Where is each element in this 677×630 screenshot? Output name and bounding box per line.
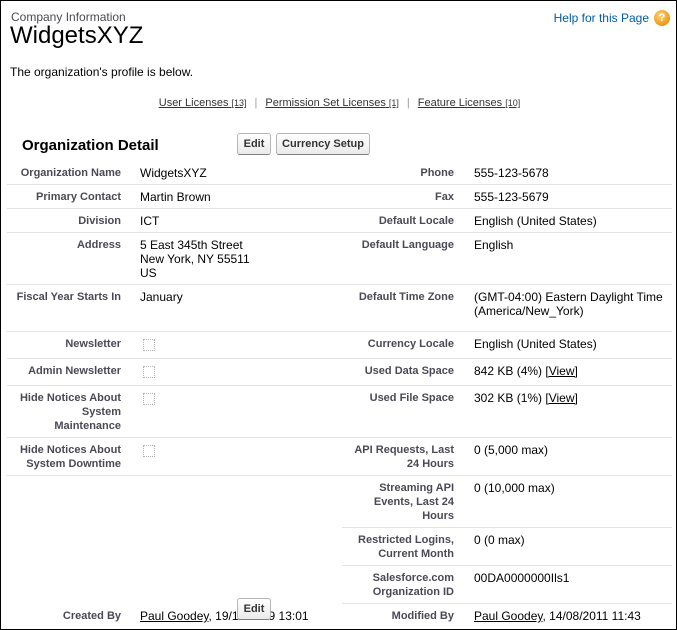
field-value: English (United States) [474,337,597,351]
detail-row: Organization Name WidgetsXYZ Phone 555-1… [7,161,672,185]
field-value: ICT [140,214,160,228]
field-label: Streaming API Events, Last 24 Hours [373,482,454,522]
used-file-space-value: 302 KB (1%) [View] [474,391,578,405]
field-label: Restricted Logins, Current Month [358,534,454,560]
time-zone-value: (GMT-04:00) Eastern Daylight Time (Ameri… [474,290,663,318]
section-title: Organization Detail [22,137,159,154]
field-label: Primary Contact [36,191,121,203]
help-for-page[interactable]: Help for this Page ? [554,10,670,26]
modified-by-user-link[interactable]: Paul Goodey [474,609,543,623]
help-link[interactable]: Help for this Page [554,11,649,25]
permission-set-licenses-link[interactable]: Permission Set Licenses [1] [265,97,399,109]
field-label: Default Language [361,239,454,251]
field-value: January [140,290,183,304]
detail-row: Fiscal Year Starts In January Default Ti… [7,285,672,332]
bottom-edit-button[interactable]: Edit [237,598,271,620]
intro-text: The organization's profile is below. [10,65,194,79]
admin-newsletter-checkbox [143,366,155,378]
detail-row: Created By Paul Goodey, 19/12/2009 13:01… [7,604,672,627]
page-title: WidgetsXYZ [10,22,144,49]
detail-row: Salesforce.com Organization ID 00DA00000… [7,566,672,604]
detail-row: Admin Newsletter Used Data Space 842 KB … [7,359,672,386]
organization-id-value: 00DA0000000Ils1 [474,571,570,585]
newsletter-checkbox [143,339,155,351]
modified-by-value: Paul Goodey, 14/08/2011 11:43 [474,609,641,623]
detail-row: Newsletter Currency Locale English (Unit… [7,332,672,359]
field-label: Used Data Space [364,365,454,377]
field-label: Hide Notices About System Downtime [19,444,121,470]
question-circle-icon[interactable]: ? [654,10,670,26]
field-label: Modified By [391,610,454,622]
field-value: 555-123-5678 [474,166,549,180]
organization-detail-table: Organization Name WidgetsXYZ Phone 555-1… [7,161,672,627]
currency-setup-button[interactable]: Currency Setup [276,133,370,155]
field-value: 0 (10,000 max) [474,481,555,495]
detail-row: Hide Notices About System Maintenance Us… [7,386,672,438]
field-label: Currency Locale [367,338,454,350]
field-label: Fiscal Year Starts In [16,291,121,303]
field-value: English (United States) [474,214,597,228]
field-label: Default Time Zone [358,291,454,303]
detail-row: Primary Contact Martin Brown Fax 555-123… [7,185,672,209]
field-label: Newsletter [65,338,121,350]
separator: | [406,97,410,109]
field-value: 0 (5,000 max) [474,443,549,457]
page-frame: Company Information WidgetsXYZ Help for … [0,0,677,630]
field-label: Hide Notices About System Maintenance [19,392,121,432]
detail-row: Streaming API Events, Last 24 Hours 0 (1… [7,476,672,528]
field-label: API Requests, Last 24 Hours [354,444,454,470]
created-by-user-link[interactable]: Paul Goodey [140,609,209,623]
field-label: Used File Space [369,392,454,404]
detail-row: Division ICT Default Locale English (Uni… [7,209,672,233]
separator: | [254,97,258,109]
detail-row: Restricted Logins, Current Month 0 (0 ma… [7,528,672,566]
field-value: English [474,238,514,252]
field-label: Phone [420,167,454,179]
field-value: WidgetsXYZ [140,166,207,180]
field-label: Fax [435,191,454,203]
field-value: 0 (0 max) [474,533,525,547]
field-label: Salesforce.com Organization ID [372,572,454,598]
field-label: Admin Newsletter [28,365,121,377]
view-file-space-link[interactable]: [View] [545,391,577,405]
field-label: Address [76,239,121,251]
hide-downtime-notices-checkbox [143,445,155,457]
view-data-space-link[interactable]: [View] [545,364,577,378]
address-value: 5 East 345th Street New York, NY 55511 U… [140,238,250,280]
user-licenses-link[interactable]: User Licenses [13] [159,97,247,109]
field-label: Default Locale [378,215,454,227]
hide-maintenance-notices-checkbox [143,393,155,405]
license-links: User Licenses [13] | Permission Set Licens… [1,97,677,109]
field-value: 555-123-5679 [474,190,549,204]
detail-row: Hide Notices About System Downtime API R… [7,438,672,476]
feature-licenses-link[interactable]: Feature Licenses [10] [418,97,520,109]
used-data-space-value: 842 KB (4%) [View] [474,364,578,378]
field-label: Created By [62,610,121,622]
edit-button[interactable]: Edit [237,133,271,155]
field-label: Division [78,215,121,227]
field-label: Organization Name [20,167,121,179]
detail-row: Address 5 East 345th Street New York, NY… [7,233,672,285]
field-value: Martin Brown [140,190,211,204]
